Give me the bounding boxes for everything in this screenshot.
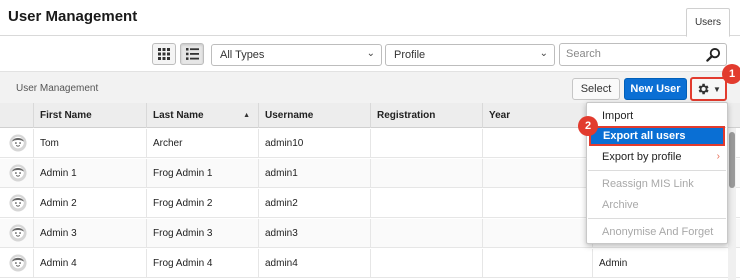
table-row[interactable]: Admin 4 Frog Admin 4 admin4 Admin (0, 249, 740, 278)
profile-select-value: Profile (394, 49, 426, 61)
menu-divider (588, 218, 726, 219)
column-header-username[interactable]: Username (258, 103, 370, 128)
cell-last: Frog Admin 3 (146, 219, 258, 248)
page-title: User Management (8, 8, 138, 25)
cell-empty (370, 249, 482, 278)
top-bar: User Management Users (0, 0, 740, 37)
cell-empty (482, 219, 592, 248)
cell-username: admin1 (258, 159, 370, 188)
cell-last: Frog Admin 4 (146, 249, 258, 278)
cell-empty (482, 129, 592, 158)
settings-dropdown-button[interactable]: ▼ (690, 77, 727, 101)
menu-item-import[interactable]: Import (588, 106, 726, 126)
column-header-last-name[interactable]: Last Name ▲ (146, 103, 258, 128)
sort-ascending-icon: ▲ (243, 112, 250, 119)
menu-item-export-by-profile-label: Export by profile (602, 151, 682, 163)
cell-empty (370, 219, 482, 248)
step-callout-2: 2 (578, 116, 598, 136)
section-label: User Management (16, 83, 99, 94)
cell-last: Archer (146, 129, 258, 158)
chevron-down-icon: ⌄ (366, 48, 375, 59)
column-header-registration[interactable]: Registration (370, 103, 482, 128)
cell-empty (482, 249, 592, 278)
grid-icon (158, 48, 170, 60)
filter-toolbar: All Types ⌄ Profile ⌄ Search (0, 37, 740, 71)
cell-empty (370, 189, 482, 218)
column-header-first-name[interactable]: First Name (33, 103, 146, 128)
avatar-icon (9, 194, 27, 212)
menu-item-export-all-users[interactable]: Export all users (589, 126, 725, 146)
scrollbar-thumb[interactable] (729, 132, 735, 188)
chevron-down-icon: ⌄ (539, 48, 548, 59)
cell-extra: Admin (592, 249, 740, 278)
avatar-icon (9, 254, 27, 272)
search-input[interactable]: Search (559, 43, 727, 66)
column-header-last-name-label: Last Name (153, 110, 204, 121)
cell-first: Admin 2 (33, 189, 146, 218)
cell-username: admin3 (258, 219, 370, 248)
tab-users[interactable]: Users (686, 8, 730, 37)
menu-item-reassign-mis-link[interactable]: Reassign MIS Link (588, 174, 726, 194)
cell-empty (370, 129, 482, 158)
profile-select[interactable]: Profile ⌄ (385, 44, 555, 66)
cell-first: Admin 4 (33, 249, 146, 278)
section-bar: User Management Select New User ▼ (0, 71, 740, 103)
new-user-button[interactable]: New User (624, 78, 687, 100)
step-callout-1: 1 (722, 64, 740, 84)
menu-divider (588, 170, 726, 171)
menu-item-anonymise-and-forget[interactable]: Anonymise And Forget (588, 222, 726, 242)
cell-last: Frog Admin 1 (146, 159, 258, 188)
list-view-button[interactable] (180, 43, 204, 65)
search-icon[interactable] (706, 47, 721, 62)
chevron-right-icon: › (716, 151, 720, 162)
type-select-value: All Types (220, 49, 265, 61)
cell-username: admin2 (258, 189, 370, 218)
search-placeholder: Search (566, 48, 601, 60)
cell-empty (482, 189, 592, 218)
avatar-icon (9, 164, 27, 182)
cell-username: admin10 (258, 129, 370, 158)
select-button[interactable]: Select (572, 78, 620, 100)
grid-view-button[interactable] (152, 43, 176, 65)
column-header-year[interactable]: Year (482, 103, 592, 128)
list-icon (185, 48, 199, 60)
avatar-icon (9, 134, 27, 152)
cell-empty (370, 159, 482, 188)
gear-icon (698, 83, 709, 95)
avatar-icon (9, 224, 27, 242)
cell-empty (482, 159, 592, 188)
menu-item-export-by-profile[interactable]: Export by profile › (588, 147, 726, 167)
cell-last: Frog Admin 2 (146, 189, 258, 218)
menu-item-archive[interactable]: Archive (588, 195, 726, 215)
type-select[interactable]: All Types ⌄ (211, 44, 382, 66)
cell-username: admin4 (258, 249, 370, 278)
cell-first: Admin 1 (33, 159, 146, 188)
settings-dropdown-menu: Import Export all users Export by profil… (586, 102, 728, 244)
avatar-column-header (0, 103, 33, 128)
cell-first: Tom (33, 129, 146, 158)
cell-first: Admin 3 (33, 219, 146, 248)
caret-down-icon: ▼ (713, 84, 721, 94)
